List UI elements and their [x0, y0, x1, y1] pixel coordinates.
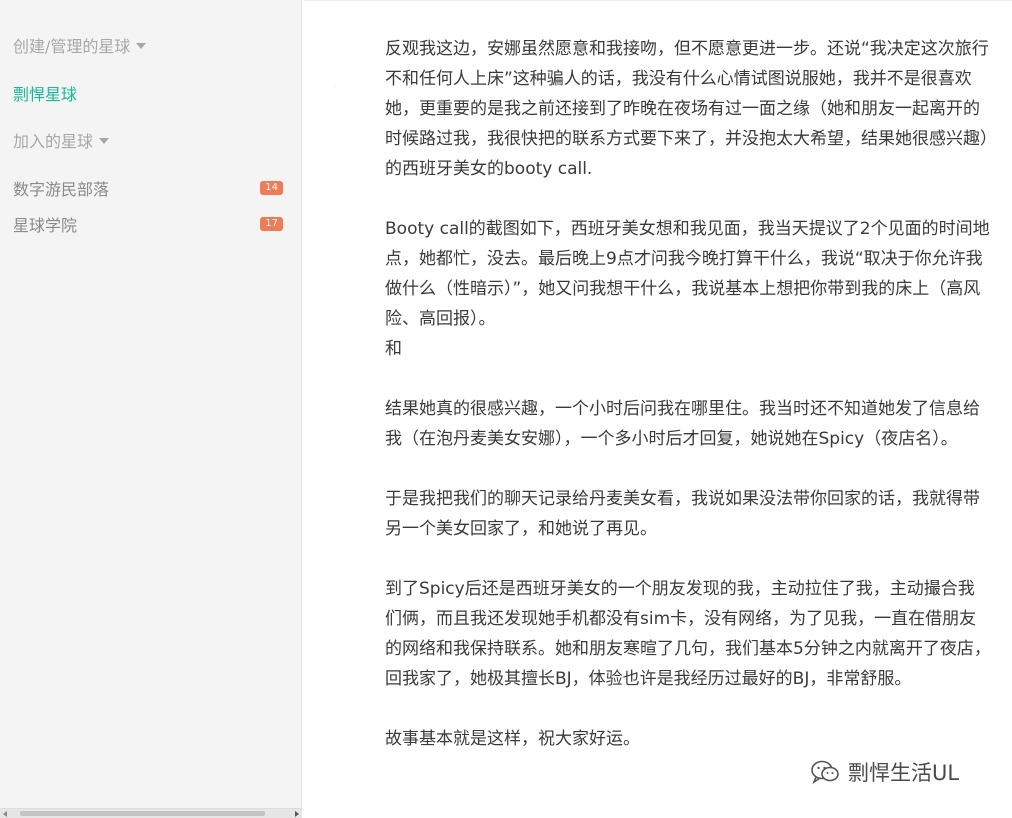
joined-planets-label: 加入的星球: [13, 132, 94, 151]
caret-down-icon: [99, 138, 110, 144]
wechat-icon: [811, 760, 839, 785]
sidebar-item-label: 数字游民部落: [13, 180, 110, 199]
article-paragraph: Booty call的截图如下，西班牙美女想和我见面，我当天提议了2个见面的时间…: [385, 219, 990, 329]
managed-planets-header[interactable]: 创建/管理的星球: [13, 33, 147, 57]
article-panel: · 反观我这边，安娜虽然愿意和我接吻，但不愿意更进一步。还说“我决定这次旅行不和…: [304, 0, 1012, 818]
article-body: 反观我这边，安娜虽然愿意和我接吻，但不愿意更进一步。还说“我决定这次旅行不和任何…: [385, 34, 991, 784]
article-paragraph: 于是我把我们的聊天记录给丹麦美女看，我说如果没法带你回家的话，我就得带另一个美女…: [385, 489, 980, 539]
article-paragraph: 到了Spicy后还是西班牙美女的一个朋友发现的我，主动拉住了我，主动撮合我们俩，…: [385, 579, 991, 689]
sidebar: 创建/管理的星球 剽悍星球 加入的星球 数字游民部落 14 星球学院 17: [0, 0, 302, 818]
article-paragraph: 结果她真的很感兴趣，一个小时后问我在哪里住。我当时还不知道她发了信息给我（在泡丹…: [385, 399, 980, 449]
managed-planets-label: 创建/管理的星球: [13, 37, 131, 56]
horizontal-scrollbar[interactable]: [0, 808, 302, 818]
scroll-right-arrow-icon[interactable]: [295, 811, 299, 817]
sidebar-item-label: 星球学院: [13, 216, 78, 235]
sidebar-item-biaohan-planet[interactable]: 剽悍星球: [13, 81, 283, 105]
sidebar-item-digital-nomad[interactable]: 数字游民部落 14: [13, 176, 283, 200]
article-paragraph: 故事基本就是这样，祝大家好运。: [385, 729, 640, 749]
sidebar-item-label: 剽悍星球: [13, 85, 78, 104]
article-paragraph: 反观我这边，安娜虽然愿意和我接吻，但不愿意更进一步。还说“我决定这次旅行不和任何…: [385, 39, 989, 179]
brand-watermark: 剽悍生活UL: [810, 757, 959, 787]
joined-planets-header[interactable]: 加入的星球: [13, 128, 110, 152]
sidebar-item-planet-academy[interactable]: 星球学院 17: [13, 212, 283, 236]
article-paragraph: 和: [385, 339, 402, 359]
caret-down-icon: [136, 43, 147, 49]
scrollbar-thumb[interactable]: [20, 811, 265, 816]
brand-name: 剽悍生活UL: [848, 761, 960, 785]
unread-count-badge: 14: [260, 181, 283, 195]
scroll-left-arrow-icon[interactable]: [3, 811, 7, 817]
unread-count-badge: 17: [260, 217, 283, 231]
